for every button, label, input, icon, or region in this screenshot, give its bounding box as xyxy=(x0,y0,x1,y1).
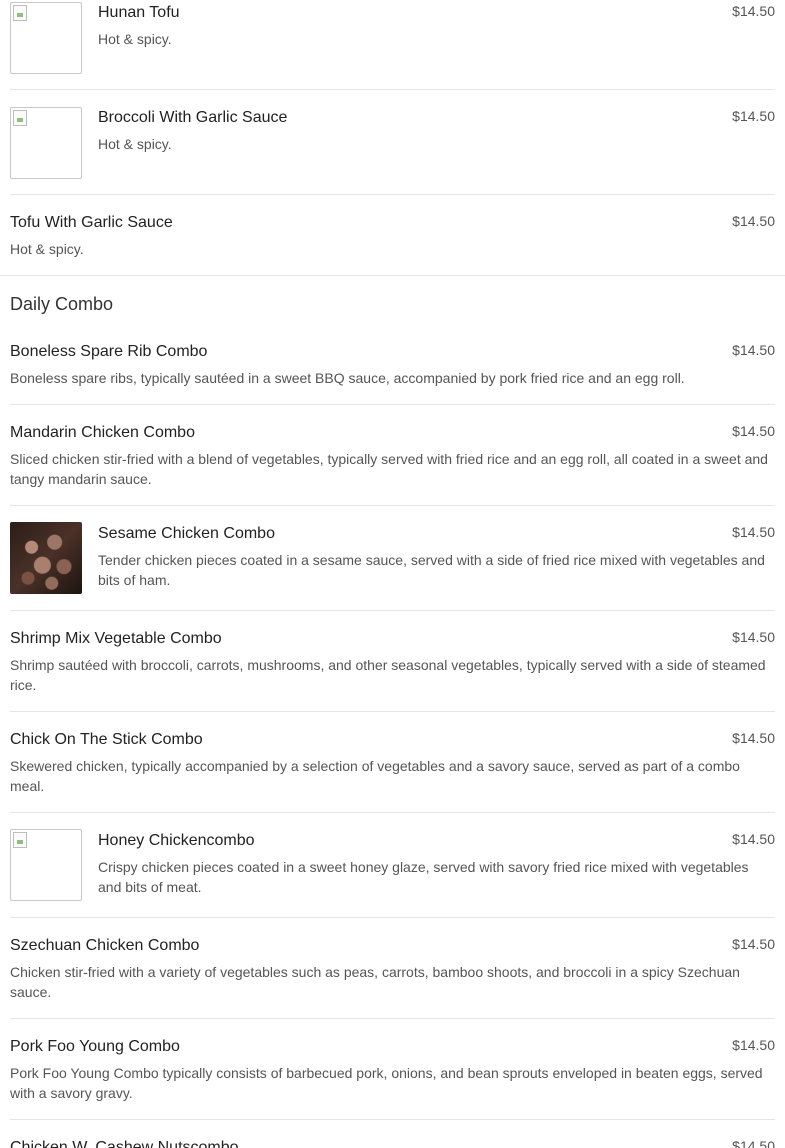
item-price: $14.50 xyxy=(732,936,775,952)
item-name: Sesame Chicken Combo xyxy=(98,525,275,542)
section-title: Daily Combo xyxy=(10,294,114,314)
menu-list: Hunan Tofu $14.50 Hot & spicy. Broccoli … xyxy=(0,0,785,1148)
item-price: $14.50 xyxy=(732,1138,775,1148)
item-description: Chicken stir-fried with a variety of veg… xyxy=(10,964,740,1000)
item-description: Hot & spicy. xyxy=(98,31,172,47)
item-description: Skewered chicken, typically accompanied … xyxy=(10,758,740,794)
item-name: Boneless Spare Rib Combo xyxy=(10,343,208,360)
item-price: $14.50 xyxy=(732,730,775,746)
item-description: Boneless spare ribs, typically sautéed i… xyxy=(10,370,685,386)
broken-image-icon xyxy=(10,2,82,74)
menu-item[interactable]: Szechuan Chicken Combo $14.50 Chicken st… xyxy=(10,918,775,1019)
item-description: Shrimp sautéed with broccoli, carrots, m… xyxy=(10,657,766,693)
item-price: $14.50 xyxy=(732,342,775,358)
broken-image-icon xyxy=(10,829,82,901)
item-price: $14.50 xyxy=(732,108,775,124)
food-photo xyxy=(10,522,82,594)
item-price: $14.50 xyxy=(732,3,775,19)
item-description: Pork Foo Young Combo typically consists … xyxy=(10,1065,763,1101)
menu-item[interactable]: Boneless Spare Rib Combo $14.50 Boneless… xyxy=(10,318,775,405)
item-name: Chick On The Stick Combo xyxy=(10,731,203,748)
menu-item[interactable]: Chicken W. Cashew Nutscombo $14.50 xyxy=(10,1120,775,1148)
menu-item[interactable]: Mandarin Chicken Combo $14.50 Sliced chi… xyxy=(10,405,775,506)
item-name: Tofu With Garlic Sauce xyxy=(10,214,173,231)
menu-item[interactable]: Tofu With Garlic Sauce $14.50 Hot & spic… xyxy=(10,195,775,275)
item-name: Pork Foo Young Combo xyxy=(10,1038,180,1055)
item-name: Shrimp Mix Vegetable Combo xyxy=(10,630,222,647)
broken-image-icon xyxy=(10,107,82,179)
item-price: $14.50 xyxy=(732,1037,775,1053)
item-price: $14.50 xyxy=(732,629,775,645)
menu-item[interactable]: Pork Foo Young Combo $14.50 Pork Foo You… xyxy=(10,1019,775,1120)
item-name: Mandarin Chicken Combo xyxy=(10,424,195,441)
item-name: Szechuan Chicken Combo xyxy=(10,937,200,954)
item-price: $14.50 xyxy=(732,831,775,847)
item-name: Honey Chickencombo xyxy=(98,832,255,849)
menu-item[interactable]: Hunan Tofu $14.50 Hot & spicy. xyxy=(10,0,775,90)
item-description: Hot & spicy. xyxy=(98,136,172,152)
menu-item[interactable]: Broccoli With Garlic Sauce $14.50 Hot & … xyxy=(10,90,775,195)
item-price: $14.50 xyxy=(732,423,775,439)
item-name: Broccoli With Garlic Sauce xyxy=(98,109,288,126)
item-description: Hot & spicy. xyxy=(10,241,84,257)
item-description: Sliced chicken stir-fried with a blend o… xyxy=(10,451,768,487)
item-price: $14.50 xyxy=(732,213,775,229)
item-description: Crispy chicken pieces coated in a sweet … xyxy=(98,859,749,895)
menu-item[interactable]: Shrimp Mix Vegetable Combo $14.50 Shrimp… xyxy=(10,611,775,712)
item-price: $14.50 xyxy=(732,524,775,540)
item-description: Tender chicken pieces coated in a sesame… xyxy=(98,552,765,588)
menu-item[interactable]: Honey Chickencombo $14.50 Crispy chicken… xyxy=(10,813,775,918)
menu-item[interactable]: Sesame Chicken Combo $14.50 Tender chick… xyxy=(10,506,775,611)
menu-item[interactable]: Chick On The Stick Combo $14.50 Skewered… xyxy=(10,712,775,813)
item-name: Chicken W. Cashew Nutscombo xyxy=(10,1139,239,1148)
item-name: Hunan Tofu xyxy=(98,4,180,21)
